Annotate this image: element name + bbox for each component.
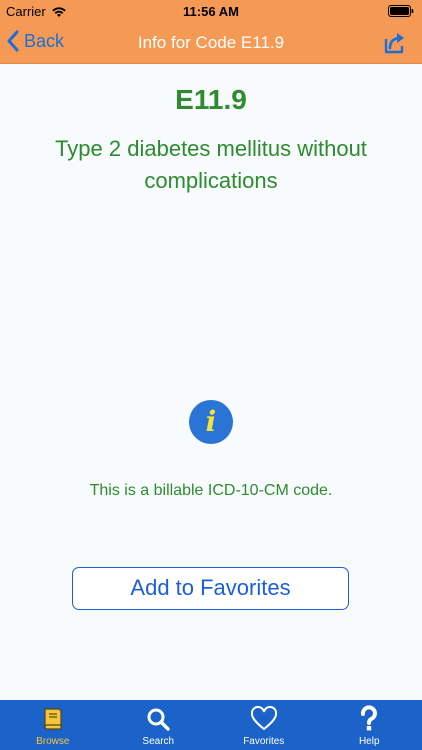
question-icon: [361, 705, 378, 731]
tab-search[interactable]: Search: [106, 700, 212, 750]
book-icon: [44, 708, 62, 730]
status-time: 11:56 AM: [183, 4, 239, 19]
status-bar: Carrier 11:56 AM: [0, 0, 422, 22]
code-id: E11.9: [175, 84, 247, 115]
search-icon: [147, 708, 170, 731]
tab-favorites[interactable]: Favorites: [211, 700, 317, 750]
heart-icon: [250, 705, 277, 731]
share-icon[interactable]: [382, 30, 408, 56]
tab-label: Favorites: [243, 736, 285, 747]
tab-label: Help: [358, 736, 380, 747]
tab-label: Search: [142, 736, 175, 747]
tab-bar: Browse Search Favorites Help: [0, 700, 422, 750]
top-bar: Carrier 11:56 AM Back Info for Code E11.…: [0, 0, 422, 64]
battery-icon: [388, 5, 414, 17]
add-to-favorites-button[interactable]: Add to Favorites: [72, 567, 349, 610]
tab-browse[interactable]: Browse: [0, 700, 106, 750]
billable-status: This is a billable ICD-10-CM code.: [89, 482, 333, 499]
info-icon: i: [189, 400, 233, 444]
tab-help[interactable]: Help: [317, 700, 422, 750]
page-title: Info for Code E11.9: [137, 33, 285, 52]
code-description: Type 2 diabetes mellitus without complic…: [55, 136, 367, 193]
navigation-bar: Back Info for Code E11.9: [0, 22, 422, 64]
tab-label: Browse: [36, 736, 70, 747]
